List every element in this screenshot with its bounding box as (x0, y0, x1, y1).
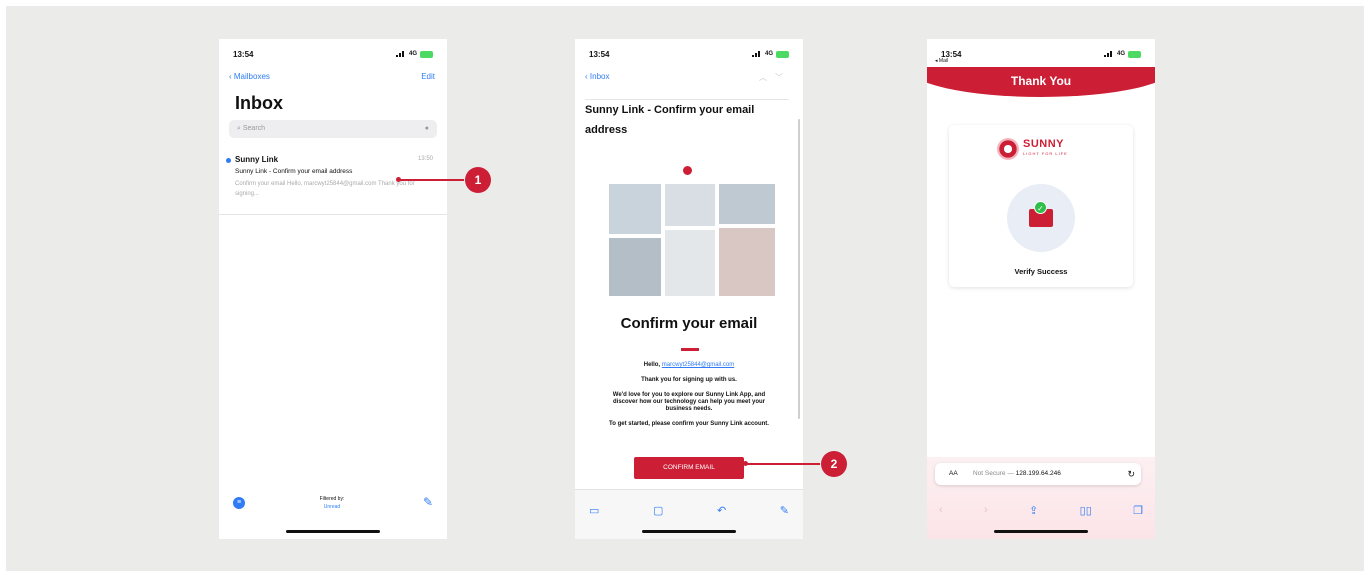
network-label: 4G (1116, 51, 1125, 57)
mail-preview: Confirm your email Hello, marcwyt25844@g… (235, 181, 415, 197)
email-body: Hello, marcwyt25844@gmail.com Thank you … (603, 362, 775, 436)
status-right: 4G (751, 50, 789, 58)
filter-status[interactable]: Filtered by: Unread (302, 495, 362, 511)
tabs-icon[interactable]: ❐ (1133, 504, 1143, 517)
message-nav-arrows: ︿﹀ (759, 72, 791, 83)
reload-icon[interactable]: ↻ (1127, 463, 1135, 485)
mailboxes-label: Mailboxes (233, 72, 270, 81)
mail-sender: Sunny Link (235, 155, 279, 164)
status-right: 4G (1103, 50, 1141, 58)
status-bar: 13:54 4G (589, 47, 789, 61)
reply-icon[interactable]: ↶ (717, 504, 726, 517)
home-indicator (642, 530, 736, 533)
message-subject: Sunny Link - Confirm your email address (585, 99, 789, 140)
marker-2-connector (746, 463, 820, 465)
reader-options-button[interactable]: AA (949, 463, 958, 485)
scrollbar[interactable] (798, 119, 800, 419)
filter-icon[interactable]: ≡ (233, 497, 245, 509)
mail-footer: ≡ Filtered by: Unread ✎ (231, 495, 433, 513)
url-text: Not Secure — 128.199.64.246 (973, 463, 1061, 485)
browser-toolbar: ‹ › ⇪ ▯▯ ❐ (939, 504, 1143, 517)
compose-icon[interactable]: ✎ (423, 495, 433, 509)
signal-icon (1103, 51, 1114, 57)
step-marker-1: 1 (465, 167, 491, 193)
confirm-email-button[interactable]: CONFIRM EMAIL (634, 457, 744, 479)
inbox-back-link[interactable]: ‹ Inbox (585, 72, 609, 83)
message-nav: ‹ Inbox ︿﹀ (585, 72, 791, 83)
status-bar: 13:54 4G (941, 47, 1141, 61)
url-host: 128.199.64.246 (1015, 470, 1061, 477)
verify-badge: ✓ (1007, 184, 1075, 252)
sunny-logo-icon (683, 166, 692, 175)
search-input[interactable]: ⌕ Search ● (229, 120, 437, 138)
thanks-text: Thank you for signing up with us. (641, 377, 737, 383)
inbox-title: Inbox (235, 93, 283, 113)
mail-time: 13:50 (417, 156, 433, 162)
battery-icon (776, 50, 789, 58)
unread-dot-icon (226, 158, 231, 163)
search-placeholder: Search (242, 125, 266, 132)
verify-success-text: Verify Success (1014, 267, 1068, 276)
bookmarks-icon[interactable]: ▯▯ (1080, 504, 1092, 517)
battery-icon (1128, 50, 1141, 58)
status-right: 4G (395, 50, 433, 58)
mail-list-item[interactable]: Sunny Link 13:50 Sunny Link - Confirm yo… (219, 155, 447, 215)
edit-button[interactable]: Edit (421, 72, 435, 81)
forward-icon[interactable]: › (984, 504, 988, 517)
folder-icon[interactable]: ▢ (653, 504, 663, 517)
archive-icon[interactable]: ▭ (589, 504, 599, 517)
step-marker-2: 2 (821, 451, 847, 477)
status-bar: 13:54 4G (233, 47, 433, 61)
home-indicator (286, 530, 380, 533)
verify-card: SUNNY LIGHT FOR LIFE ✓ Verify Success (949, 125, 1133, 287)
explore-text: We'd love for you to explore our Sunny L… (612, 392, 766, 412)
greeting: Hello, (643, 362, 661, 368)
network-label: 4G (408, 51, 417, 57)
status-time: 13:54 (233, 49, 254, 59)
share-icon[interactable]: ⇪ (1029, 504, 1038, 517)
signal-icon (751, 51, 762, 57)
filter-value: Unread (323, 504, 341, 510)
message-toolbar-icons: ▭ ▢ ↶ ✎ (589, 504, 789, 517)
previous-message-icon[interactable]: ︿ (759, 73, 775, 82)
hero-photo-collage (609, 184, 775, 296)
phone-mail-inbox: 13:54 4G ‹ Mailboxes Edit Inbox ⌕ Search… (219, 39, 447, 539)
check-icon: ✓ (1034, 201, 1047, 214)
inbox-back-label: Inbox (589, 72, 610, 81)
compose-icon[interactable]: ✎ (780, 504, 789, 517)
email-heading: Confirm your email (620, 315, 758, 332)
back-to-mail-link[interactable]: ◂ Mail (935, 58, 948, 64)
sunny-logo: SUNNY LIGHT FOR LIFE (997, 138, 1068, 160)
battery-icon (420, 50, 433, 58)
address-bar[interactable]: AA Not Secure — 128.199.64.246 ↻ (935, 463, 1141, 485)
mail-nav: ‹ Mailboxes Edit (229, 72, 435, 81)
logo-tagline: LIGHT FOR LIFE (1023, 151, 1068, 156)
back-icon[interactable]: ‹ (939, 504, 943, 517)
stage: 13:54 4G ‹ Mailboxes Edit Inbox ⌕ Search… (6, 6, 1364, 571)
sun-icon (997, 138, 1019, 160)
logo-wordmark: SUNNY LIGHT FOR LIFE (1023, 139, 1068, 159)
status-time: 13:54 (589, 49, 610, 59)
home-indicator (994, 530, 1088, 533)
get-started-text: To get started, please confirm your Sunn… (609, 421, 769, 427)
mailboxes-back-link[interactable]: ‹ Mailboxes (229, 72, 270, 81)
mail-subject: Sunny Link - Confirm your email address (235, 168, 353, 175)
microphone-icon[interactable]: ● (425, 120, 429, 138)
next-message-icon[interactable]: ﹀ (775, 73, 791, 82)
heading-divider (681, 348, 699, 351)
marker-1-connector (399, 179, 464, 181)
banner-title: Thank You (1010, 74, 1072, 88)
phone-browser-verify: 13:54 4G ◂ Mail Thank You SUNNY LIGHT FOR… (927, 39, 1155, 539)
network-label: 4G (764, 51, 773, 57)
filter-label: Filtered by: (319, 496, 345, 502)
signal-icon (395, 51, 406, 57)
email-address-link[interactable]: marcwyt25844@gmail.com (662, 362, 734, 368)
url-prefix: Not Secure — (973, 470, 1014, 477)
